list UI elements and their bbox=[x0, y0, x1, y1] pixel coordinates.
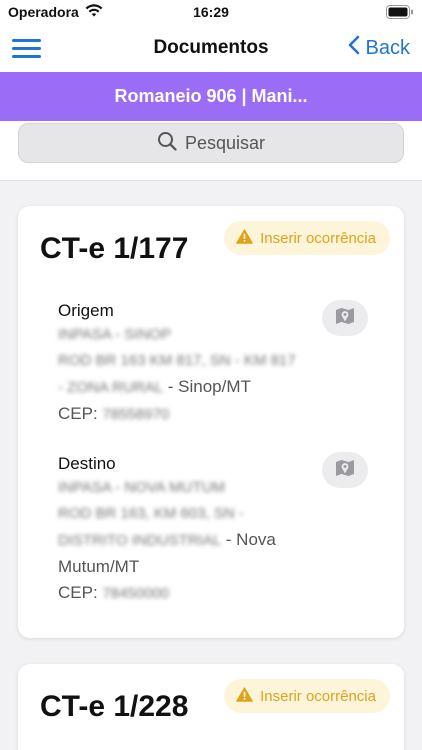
banner-title: Romaneio 906 | Mani... bbox=[114, 86, 308, 106]
origin-label: Origem bbox=[58, 301, 114, 320]
search-icon bbox=[157, 131, 177, 156]
destination-street: ROD BR 163, KM 603, SN - bbox=[58, 505, 244, 522]
destination-city-line: DISTRITO INDUSTRIAL - Nova bbox=[58, 527, 358, 554]
document-card[interactable]: CT-e 1/177 Inserir ocorrência Origem INP… bbox=[18, 206, 404, 638]
occurrence-label: Inserir ocorrência bbox=[260, 687, 376, 705]
document-title: CT-e 1/228 bbox=[40, 690, 189, 723]
origin-section: Origem INPASA - SINOP ROD BR 163 KM 817,… bbox=[58, 300, 358, 428]
status-bar: Operadora 16:29 bbox=[0, 0, 422, 24]
hamburger-menu-icon[interactable] bbox=[12, 38, 42, 58]
map-icon bbox=[335, 306, 355, 331]
warning-icon bbox=[236, 228, 254, 248]
destination-cep-line: CEP: 78450000 bbox=[58, 580, 358, 607]
document-title: CT-e 1/177 bbox=[40, 232, 189, 265]
document-card[interactable]: CT-e 1/228 Inserir ocorrência bbox=[18, 664, 404, 750]
back-button[interactable]: Back bbox=[348, 35, 410, 61]
battery-icon bbox=[386, 5, 414, 19]
menu-line bbox=[12, 38, 41, 42]
origin-district: - ZONA RURAL bbox=[58, 379, 164, 396]
screen: Operadora 16:29 Documentos Back Romaneio… bbox=[0, 0, 422, 750]
insert-occurrence-button[interactable]: Inserir ocorrência bbox=[224, 679, 390, 713]
chevron-left-icon bbox=[348, 35, 360, 61]
insert-occurrence-button[interactable]: Inserir ocorrência bbox=[224, 221, 390, 255]
origin-name: INPASA - SINOP bbox=[58, 326, 172, 343]
nav-bar: Documentos Back bbox=[0, 24, 422, 72]
wifi-icon bbox=[85, 3, 103, 21]
back-label: Back bbox=[365, 36, 410, 59]
romaneio-banner: Romaneio 906 | Mani... bbox=[0, 72, 422, 121]
origin-city: - Sinop/MT bbox=[163, 377, 251, 396]
search-input[interactable]: Pesquisar bbox=[18, 123, 404, 163]
occurrence-label: Inserir ocorrência bbox=[260, 229, 376, 247]
warning-icon bbox=[236, 686, 254, 706]
destination-map-button[interactable] bbox=[322, 452, 368, 488]
menu-line bbox=[12, 46, 41, 50]
origin-map-button[interactable] bbox=[322, 300, 368, 336]
carrier-label: Operadora bbox=[8, 4, 79, 20]
destination-cep-label: CEP: bbox=[58, 583, 103, 602]
destination-name: INPASA - NOVA MUTUM bbox=[58, 479, 225, 496]
search-placeholder: Pesquisar bbox=[184, 132, 266, 153]
origin-cep: 78558970 bbox=[102, 406, 170, 423]
map-icon bbox=[335, 458, 355, 483]
menu-line bbox=[12, 54, 41, 58]
destination-section: Destino INPASA - NOVA MUTUM ROD BR 163, … bbox=[58, 453, 358, 607]
origin-city-line: - ZONA RURAL - Sinop/MT bbox=[58, 374, 358, 401]
destination-label: Destino bbox=[58, 454, 116, 473]
origin-street: ROD BR 163 KM 817, SN - KM 817 bbox=[58, 352, 296, 369]
status-left: Operadora bbox=[8, 3, 103, 21]
destination-city-line-2: Mutum/MT bbox=[58, 557, 140, 576]
search-area: Pesquisar bbox=[0, 121, 422, 181]
destination-cep: 78450000 bbox=[102, 585, 170, 602]
origin-cep-label: CEP: bbox=[58, 404, 103, 423]
destination-district: DISTRITO INDUSTRIAL bbox=[58, 532, 222, 549]
destination-city: - Nova bbox=[221, 530, 276, 549]
origin-cep-line: CEP: 78558970 bbox=[58, 401, 358, 428]
